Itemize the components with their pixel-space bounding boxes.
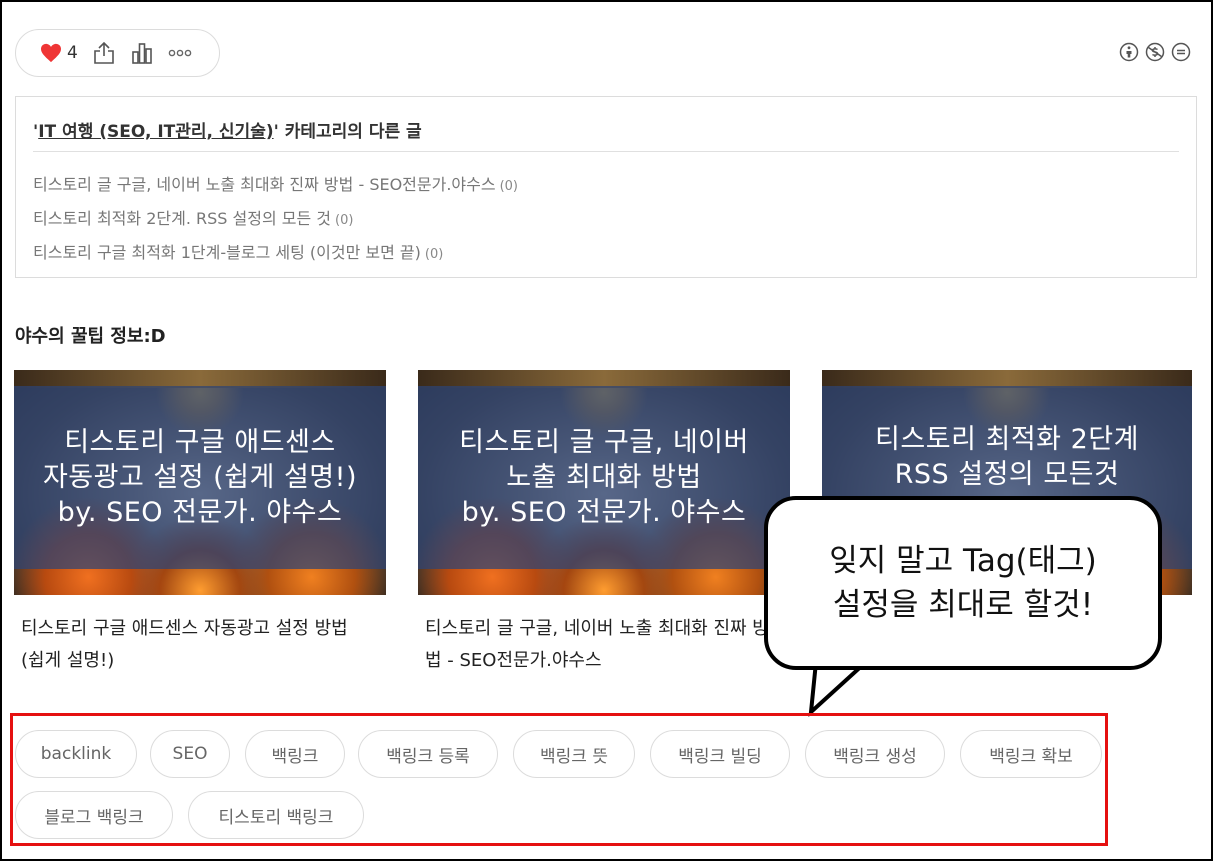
tag-item[interactable]: 백링크 뜻: [513, 730, 635, 778]
callout-text: 설정을 최대로 할것!: [832, 587, 1094, 623]
reaction-bar: 4: [15, 29, 220, 77]
statistics-icon[interactable]: [130, 41, 154, 65]
tag-item[interactable]: SEO: [150, 730, 230, 778]
related-card[interactable]: 티스토리 글 구글, 네이버 노출 최대화 방법 by. SEO 전문가. 야수…: [418, 370, 790, 677]
noderivatives-icon[interactable]: [1171, 42, 1191, 62]
category-post-item[interactable]: 티스토리 최적화 2단계. RSS 설정의 모든 것 (0): [33, 205, 518, 239]
category-post-list: 티스토리 글 구글, 네이버 노출 최대화 진짜 방법 - SEO전문가.야수스…: [33, 171, 518, 273]
card-title: 티스토리 구글 애드센스 자동광고 설정 방법 (쉽게 설명!): [21, 618, 348, 671]
thumb-text: 티스토리 구글 애드센스: [64, 427, 336, 458]
license-icons: [1119, 42, 1191, 62]
related-card[interactable]: 티스토리 구글 애드센스 자동광고 설정 (쉽게 설명!) by. SEO 전문…: [14, 370, 386, 677]
tag-item[interactable]: 백링크 생성: [805, 730, 945, 778]
heading-suffix: ' 카테고리의 다른 글: [273, 122, 422, 142]
comment-count: (0): [424, 247, 444, 262]
heart-icon: [41, 43, 61, 63]
divider: [33, 151, 1179, 152]
post-title: 티스토리 최적화 2단계. RSS 설정의 모든 것: [33, 209, 332, 228]
thumb-text: by. SEO 전문가. 야수스: [57, 497, 343, 528]
callout-seam: [814, 660, 860, 666]
thumb-text: 자동광고 설정 (쉽게 설명!): [42, 462, 358, 493]
callout-tail: [808, 662, 868, 717]
thumb-text: 티스토리 글 구글, 네이버: [459, 427, 749, 458]
callout-bubble: 잊지 말고 Tag(태그) 설정을 최대로 할것!: [764, 496, 1162, 670]
tag-item[interactable]: 블로그 백링크: [15, 791, 173, 839]
comment-count: (0): [499, 179, 519, 194]
category-other-posts: 'IT 여행 (SEO, IT관리, 신기술)' 카테고리의 다른 글 티스토리…: [15, 96, 1197, 278]
card-title: 티스토리 글 구글, 네이버 노출 최대화 진짜 방법 - SEO전문가.야수스: [425, 618, 769, 671]
thumb-text: 노출 최대화 방법: [506, 462, 702, 493]
like-count: 4: [67, 43, 78, 63]
page-frame: 4 'IT 여행 (SEO, IT관리, 신기술)' 카테고리의 다른 글 티스…: [0, 0, 1213, 861]
thumb-text: by. SEO 전문가. 야수스: [461, 497, 747, 528]
category-link[interactable]: IT 여행 (SEO, IT관리, 신기술): [38, 122, 273, 142]
tag-item[interactable]: backlink: [15, 730, 137, 778]
thumb-text: 티스토리 최적화 2단계: [875, 424, 1139, 455]
post-title: 티스토리 구글 최적화 1단계-블로그 세팅 (이것만 보면 끝): [33, 243, 421, 262]
tag-item[interactable]: 티스토리 백링크: [188, 791, 364, 839]
tag-item[interactable]: 백링크: [245, 730, 345, 778]
card-thumbnail: 티스토리 글 구글, 네이버 노출 최대화 방법 by. SEO 전문가. 야수…: [418, 370, 790, 595]
category-heading: 'IT 여행 (SEO, IT관리, 신기술)' 카테고리의 다른 글: [33, 117, 422, 142]
comment-count: (0): [335, 213, 354, 228]
post-title: 티스토리 글 구글, 네이버 노출 최대화 진짜 방법 - SEO전문가.야수스: [33, 175, 496, 194]
thumb-text: RSS 설정의 모든것: [894, 459, 1120, 490]
like-button[interactable]: 4: [40, 43, 78, 63]
tag-item[interactable]: 백링크 등록: [358, 730, 498, 778]
tag-item[interactable]: 백링크 빌딩: [650, 730, 790, 778]
attribution-icon[interactable]: [1119, 42, 1139, 62]
tag-item[interactable]: 백링크 확보: [960, 730, 1102, 778]
card-thumbnail: 티스토리 구글 애드센스 자동광고 설정 (쉽게 설명!) by. SEO 전문…: [14, 370, 386, 595]
more-icon[interactable]: [168, 41, 192, 65]
category-post-item[interactable]: 티스토리 글 구글, 네이버 노출 최대화 진짜 방법 - SEO전문가.야수스…: [33, 171, 518, 205]
callout-text: 잊지 말고 Tag(태그): [829, 543, 1097, 579]
share-icon[interactable]: [92, 41, 116, 65]
category-post-item[interactable]: 티스토리 구글 최적화 1단계-블로그 세팅 (이것만 보면 끝) (0): [33, 239, 518, 273]
noncommercial-icon[interactable]: [1145, 42, 1165, 62]
related-section-title: 야수의 꿀팁 정보:D: [15, 326, 166, 347]
